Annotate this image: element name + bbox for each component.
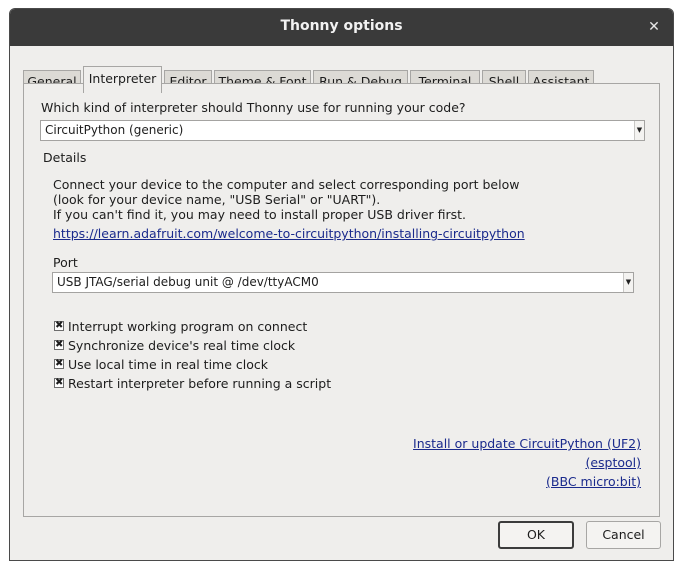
tab-interpreter[interactable]: Interpreter (83, 66, 162, 93)
checkbox-mark-icon[interactable]: ✖ (54, 321, 64, 331)
interpreter-panel: Which kind of interpreter should Thonny … (23, 83, 660, 517)
description-line: Connect your device to the computer and … (53, 177, 520, 192)
dialog-title: Thonny options (280, 18, 403, 34)
checkbox-label: Use local time in real time clock (68, 357, 268, 372)
cancel-button[interactable]: Cancel (586, 521, 661, 549)
ok-button[interactable]: OK (498, 521, 574, 549)
description-line: (look for your device name, "USB Serial"… (53, 192, 381, 207)
esptool-link[interactable]: (esptool) (585, 455, 641, 470)
title-bar: Thonny options ✕ (10, 9, 673, 46)
help-link[interactable]: https://learn.adafruit.com/welcome-to-ci… (53, 226, 525, 241)
description-line: If you can't find it, you may need to in… (53, 207, 467, 222)
options-dialog: Thonny options ✕ General Interpreter Edi… (9, 8, 674, 561)
checkbox-label: Interrupt working program on connect (68, 319, 308, 334)
port-select[interactable]: USB JTAG/serial debug unit @ /dev/ttyACM… (52, 272, 634, 293)
dropdown-arrow-icon[interactable]: ▼ (623, 273, 633, 292)
interpreter-select[interactable]: CircuitPython (generic) ▼ (40, 120, 645, 141)
checkbox-mark-icon[interactable]: ✖ (54, 359, 64, 369)
microbit-link[interactable]: (BBC micro:bit) (546, 474, 641, 489)
port-select-value: USB JTAG/serial debug unit @ /dev/ttyACM… (57, 275, 319, 289)
checkbox-mark-icon[interactable]: ✖ (54, 378, 64, 388)
checkbox-label: Restart interpreter before running a scr… (68, 376, 332, 391)
install-circuitpython-link[interactable]: Install or update CircuitPython (UF2) (413, 436, 641, 451)
close-icon[interactable]: ✕ (643, 16, 665, 38)
checkbox-mark-icon[interactable]: ✖ (54, 340, 64, 350)
port-label: Port (53, 255, 78, 270)
interpreter-question: Which kind of interpreter should Thonny … (41, 100, 466, 115)
checkbox-label: Synchronize device's real time clock (68, 338, 296, 353)
dropdown-arrow-icon[interactable]: ▼ (634, 121, 644, 140)
interpreter-select-value: CircuitPython (generic) (45, 123, 184, 137)
details-label: Details (43, 150, 87, 165)
